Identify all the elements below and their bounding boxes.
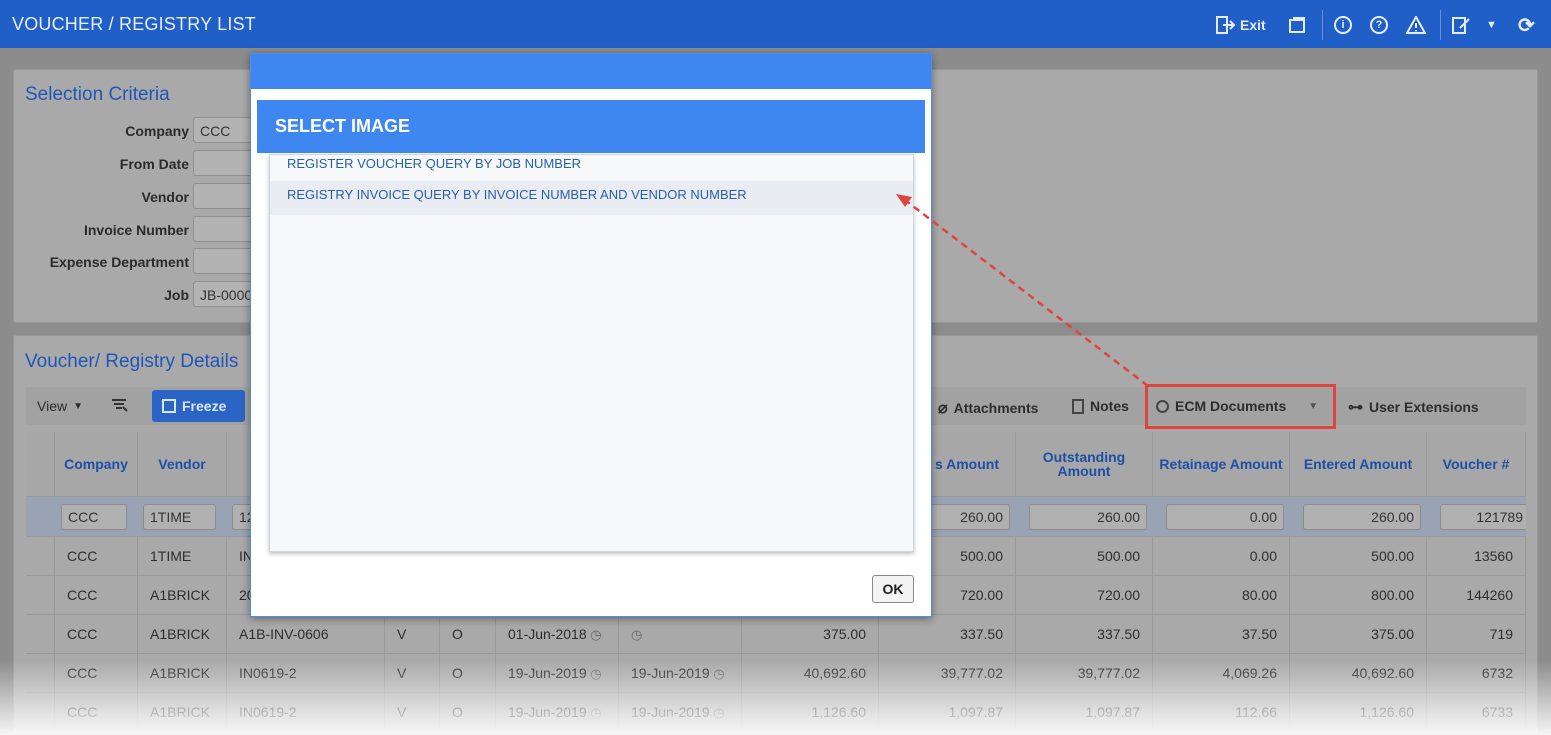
annotation-arrow	[896, 194, 1149, 387]
